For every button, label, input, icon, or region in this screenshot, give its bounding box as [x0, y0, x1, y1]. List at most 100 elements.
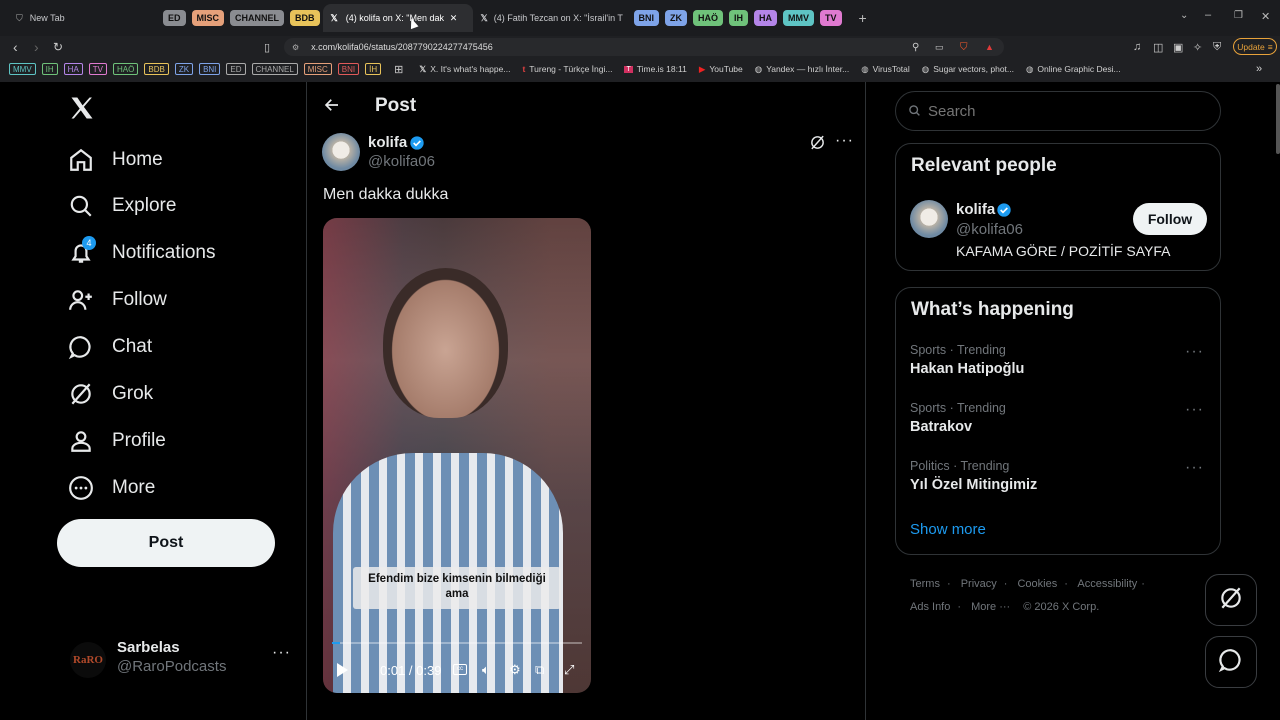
wallet-icon[interactable]: ▣: [1173, 41, 1183, 54]
bookmark-group-misc[interactable]: MISC: [303, 63, 332, 75]
bookmark-group-bni[interactable]: BNI: [199, 63, 221, 75]
post-button[interactable]: Post: [57, 519, 275, 567]
tab-group-tv[interactable]: TV: [820, 10, 842, 26]
back-arrow-icon[interactable]: [323, 96, 345, 118]
footer-ads-info[interactable]: Ads Info: [910, 601, 950, 613]
bookmark-group-mmv[interactable]: MMV: [9, 63, 36, 75]
leo-icon[interactable]: ✧: [1193, 41, 1202, 54]
new-tab-icon[interactable]: +: [859, 10, 867, 26]
bookmark-yandex[interactable]: ◍ Yandex — hızlı İnter...: [755, 64, 849, 75]
site-info-icon[interactable]: ⚙: [292, 43, 299, 52]
search-box[interactable]: [895, 91, 1221, 131]
tab-group-zk[interactable]: ZK: [665, 10, 688, 26]
nav-chat[interactable]: Chat: [66, 332, 152, 362]
bookmark-virustotal[interactable]: ◍ VirusTotal: [861, 64, 910, 75]
bookmark-graphic[interactable]: ◍ Online Graphic Desi...: [1026, 64, 1121, 75]
x-logo-icon[interactable]: [68, 94, 96, 122]
tab-group-bdb[interactable]: BDB: [290, 10, 320, 26]
back-icon[interactable]: ‹: [13, 39, 18, 55]
apps-grid-icon[interactable]: ⊞: [394, 63, 403, 76]
nav-home[interactable]: Home: [66, 145, 163, 175]
follow-button[interactable]: Follow: [1133, 203, 1207, 235]
footer-privacy[interactable]: Privacy: [961, 578, 997, 590]
bookmark-icon[interactable]: ▯: [264, 41, 270, 54]
cast-icon[interactable]: ▭: [935, 42, 944, 53]
media-icon[interactable]: ♫: [1133, 41, 1141, 53]
tab-new-tab[interactable]: ⛉ New Tab: [0, 4, 160, 32]
close-icon[interactable]: ✕: [450, 13, 458, 24]
close-window-icon[interactable]: ✕: [1261, 10, 1270, 23]
settings-icon[interactable]: ⚙: [509, 662, 521, 678]
grok-float-button[interactable]: [1205, 574, 1257, 626]
bookmark-timeis[interactable]: T Time.is 18:11: [624, 64, 687, 74]
footer-terms[interactable]: Terms: [910, 578, 940, 590]
person-avatar[interactable]: [910, 200, 948, 238]
person-name[interactable]: kolifa: [956, 201, 995, 218]
video-progress-track[interactable]: [332, 642, 582, 644]
nav-grok[interactable]: Grok: [66, 379, 153, 409]
show-more-link[interactable]: Show more: [910, 521, 986, 538]
brave-shield-icon[interactable]: ⛉: [960, 42, 968, 53]
bookmark-sugar[interactable]: ◍ Sugar vectors, phot...: [922, 64, 1014, 75]
fullscreen-icon[interactable]: ⤢: [564, 662, 574, 678]
bookmark-group-ih[interactable]: IH: [41, 63, 58, 75]
bookmark-group-tv[interactable]: TV: [88, 63, 108, 75]
more-bookmarks-icon[interactable]: »: [1256, 63, 1262, 75]
bookmark-x[interactable]: 𝕏 X. It's what's happe...: [419, 64, 510, 75]
tab-group-ed[interactable]: ED: [163, 10, 186, 26]
nav-more[interactable]: More: [66, 473, 155, 503]
author-name[interactable]: kolifa: [368, 134, 407, 151]
sidebar-icon[interactable]: ◫: [1153, 41, 1163, 54]
more-dots-icon[interactable]: ···: [1185, 401, 1204, 419]
trend-item[interactable]: Sports · Trending Hakan Hatipoğlu ···: [910, 343, 1210, 377]
author-avatar[interactable]: [322, 133, 360, 171]
scrollbar[interactable]: [1276, 84, 1280, 154]
video-player[interactable]: Efendim bize kimsenin bilmediği ama 0:01…: [323, 218, 591, 693]
bookmark-group-channel[interactable]: CHANNEL: [251, 63, 298, 75]
bookmark-group-zk[interactable]: ZK: [174, 63, 194, 75]
nav-notifications[interactable]: 4 Notifications: [66, 236, 216, 268]
messages-float-button[interactable]: [1205, 636, 1257, 688]
nav-profile[interactable]: Profile: [66, 426, 166, 456]
bookmark-group-ed[interactable]: ED: [226, 63, 246, 75]
bookmark-group-ha[interactable]: HA: [63, 63, 83, 75]
zoom-icon[interactable]: ⚲: [912, 42, 919, 53]
tab-group-haö[interactable]: HAÖ: [693, 10, 724, 26]
tab-group-misc[interactable]: MISC: [191, 10, 225, 26]
tab-group-mmv[interactable]: MMV: [783, 10, 815, 26]
tab-group-ha[interactable]: HA: [754, 10, 778, 26]
bookmark-youtube[interactable]: ▶ YouTube: [699, 64, 743, 75]
tab-group-bni[interactable]: BNI: [633, 10, 660, 26]
tab-group-ih[interactable]: IH: [729, 10, 749, 26]
footer-accessibility[interactable]: Accessibility: [1077, 578, 1137, 590]
trend-item[interactable]: Politics · Trending Yıl Özel Mitingimiz …: [910, 459, 1210, 493]
grok-icon[interactable]: [809, 134, 827, 152]
address-bar[interactable]: ⚙ x.com/kolifa06/status/2087790224277475…: [284, 38, 1004, 56]
bookmark-group-bni[interactable]: BNI: [337, 63, 360, 75]
brave-rewards-icon[interactable]: ▲: [985, 42, 994, 52]
vpn-icon[interactable]: ⛨: [1213, 41, 1221, 54]
forward-icon[interactable]: ›: [34, 39, 39, 55]
tab-kolifa-post[interactable]: 𝕏 (4) kolifa on X: "Men dakka d... ✕: [322, 4, 473, 32]
bookmark-group-i̇h[interactable]: İH: [365, 63, 382, 75]
tab-fatih-post[interactable]: 𝕏 (4) Fatih Tezcan on X: "İsrail'in Türk…: [473, 4, 631, 32]
bookmark-tureng[interactable]: t Tureng - Türkçe İngi...: [522, 64, 612, 74]
url-text[interactable]: x.com/kolifa06/status/208779022427747545…: [311, 42, 493, 52]
chevron-down-icon[interactable]: ⌄: [1180, 10, 1188, 21]
search-input[interactable]: [928, 102, 1208, 120]
more-dots-icon[interactable]: ···: [1185, 343, 1204, 361]
minimize-icon[interactable]: –: [1205, 9, 1211, 21]
captions-icon[interactable]: cc: [453, 664, 467, 675]
reload-icon[interactable]: ↻: [53, 40, 63, 54]
more-dots-icon[interactable]: ···: [1185, 459, 1204, 477]
tab-group-channel[interactable]: CHANNEL: [230, 10, 285, 26]
volume-icon[interactable]: 🔈︎: [482, 662, 490, 678]
trend-item[interactable]: Sports · Trending Batrakov ···: [910, 401, 1210, 435]
play-icon[interactable]: [335, 662, 349, 678]
account-switcher[interactable]: RaRO Sarbelas @RaroPodcasts ···: [70, 638, 294, 682]
bookmark-group-haö[interactable]: HAÖ: [113, 63, 139, 75]
pop-out-icon[interactable]: ⧉: [535, 662, 544, 678]
nav-explore[interactable]: Explore: [66, 191, 176, 221]
bookmark-group-bdb[interactable]: BDB: [144, 63, 169, 75]
update-button[interactable]: Update ≡: [1233, 38, 1277, 55]
